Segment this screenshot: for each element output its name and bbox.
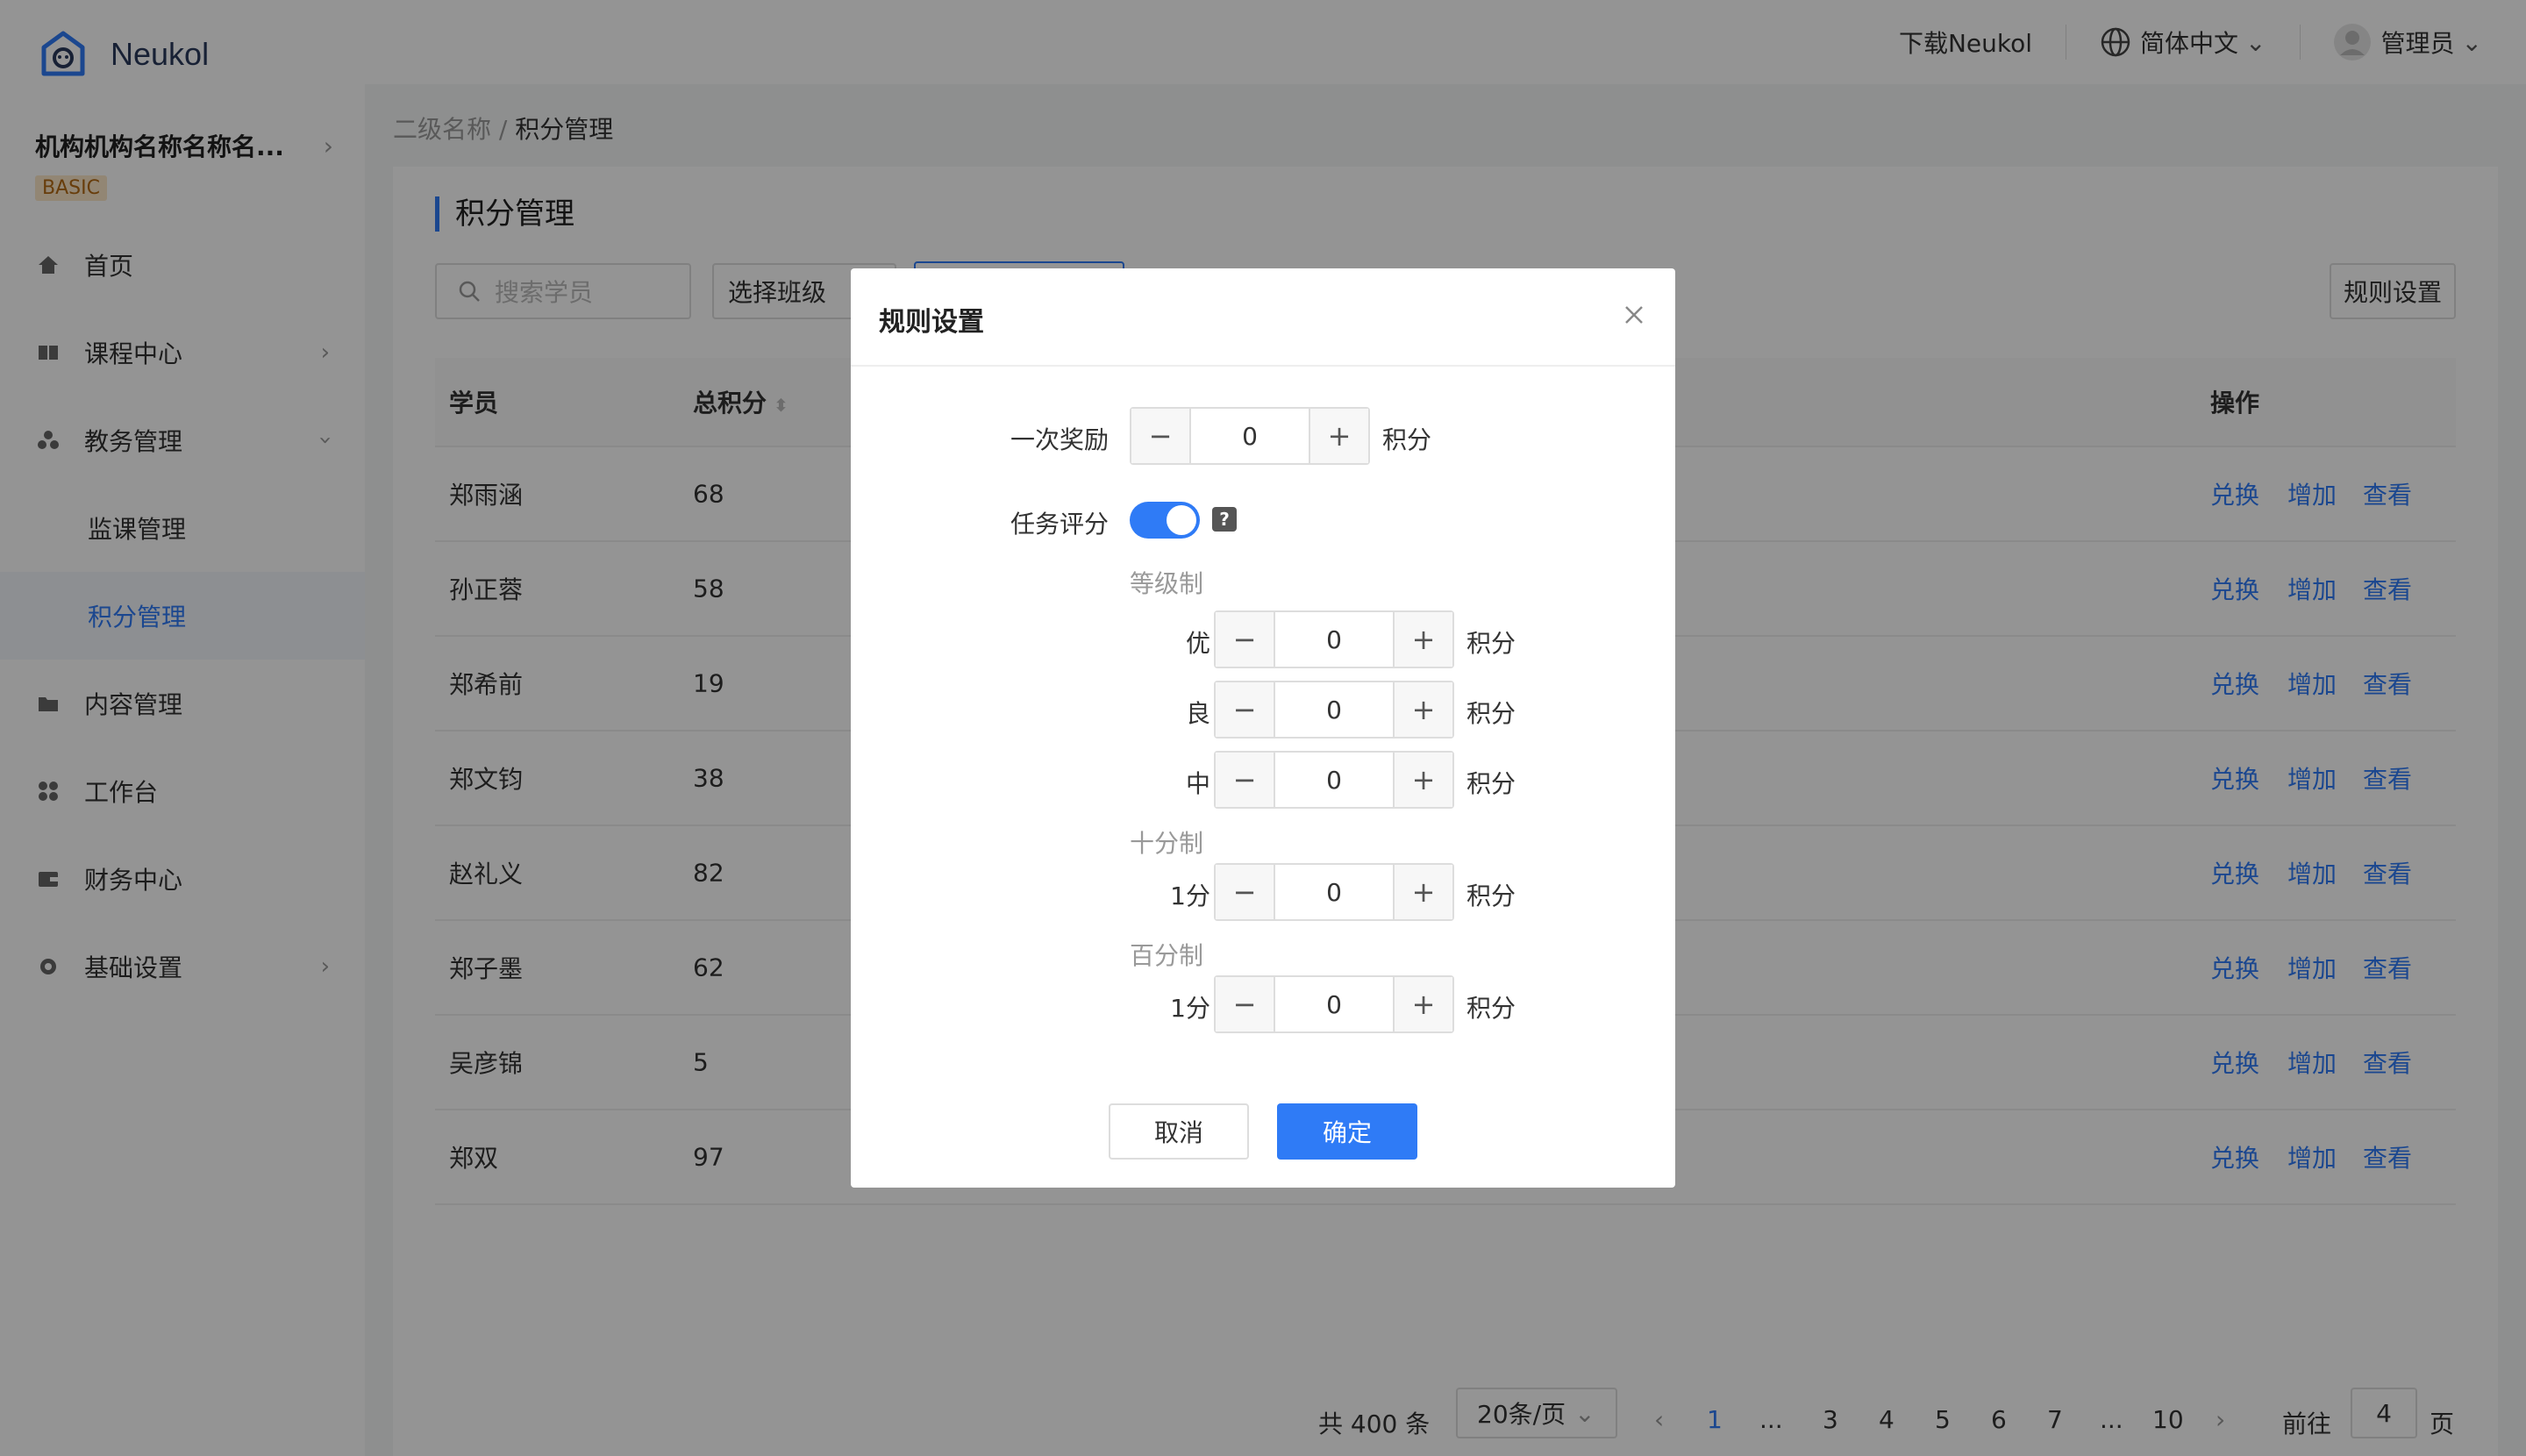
hundred-scale-group-label: 百分制 [1130,941,1204,970]
unit-label: 积分 [1466,994,1516,1023]
decrement-button[interactable]: − [1131,409,1191,463]
cancel-button[interactable]: 取消 [1109,1103,1249,1160]
ten-scale-stepper: − 0 + [1214,863,1454,921]
dialog-title: 规则设置 [879,307,984,338]
decrement-button[interactable]: − [1216,865,1275,919]
confirm-button[interactable]: 确定 [1277,1103,1417,1160]
stepper-value[interactable]: 0 [1275,977,1393,1031]
rules-settings-dialog: 规则设置 一次奖励 − 0 + 积分 任务评分 ? 等级制 优 − 0 + 积分… [851,268,1675,1188]
grade-label: 中 [1185,769,1210,798]
task-score-label: 任务评分 [1010,510,1110,539]
task-score-toggle[interactable] [1130,502,1200,539]
increment-button[interactable]: + [1393,612,1452,667]
close-icon[interactable] [1621,302,1647,328]
ten-scale-group-label: 十分制 [1130,829,1204,858]
stepper-value[interactable]: 0 [1275,682,1393,737]
grade-excellent-stepper: − 0 + [1214,610,1454,668]
increment-button[interactable]: + [1309,409,1368,463]
ten-scale-label: 1分 [1170,881,1210,910]
hundred-scale-label: 1分 [1170,994,1210,1023]
toggle-knob [1167,505,1196,535]
divider [851,365,1675,367]
increment-button[interactable]: + [1393,977,1452,1031]
grade-label: 良 [1185,699,1210,728]
grade-label: 优 [1185,629,1210,658]
one-time-stepper: − 0 + [1130,407,1370,465]
stepper-value[interactable]: 0 [1275,612,1393,667]
decrement-button[interactable]: − [1216,753,1275,807]
unit-label: 积分 [1466,881,1516,910]
grade-medium-stepper: − 0 + [1214,751,1454,809]
hundred-scale-stepper: − 0 + [1214,975,1454,1033]
unit-label: 积分 [1382,425,1432,454]
increment-button[interactable]: + [1393,753,1452,807]
stepper-value[interactable]: 0 [1191,409,1309,463]
increment-button[interactable]: + [1393,865,1452,919]
decrement-button[interactable]: − [1216,977,1275,1031]
decrement-button[interactable]: − [1216,612,1275,667]
unit-label: 积分 [1466,769,1516,798]
increment-button[interactable]: + [1393,682,1452,737]
one-time-label: 一次奖励 [1010,425,1110,454]
grade-good-stepper: − 0 + [1214,681,1454,739]
unit-label: 积分 [1466,629,1516,658]
stepper-value[interactable]: 0 [1275,865,1393,919]
help-icon[interactable]: ? [1212,507,1237,532]
stepper-value[interactable]: 0 [1275,753,1393,807]
decrement-button[interactable]: − [1216,682,1275,737]
unit-label: 积分 [1466,699,1516,728]
grade-group-label: 等级制 [1130,569,1204,598]
